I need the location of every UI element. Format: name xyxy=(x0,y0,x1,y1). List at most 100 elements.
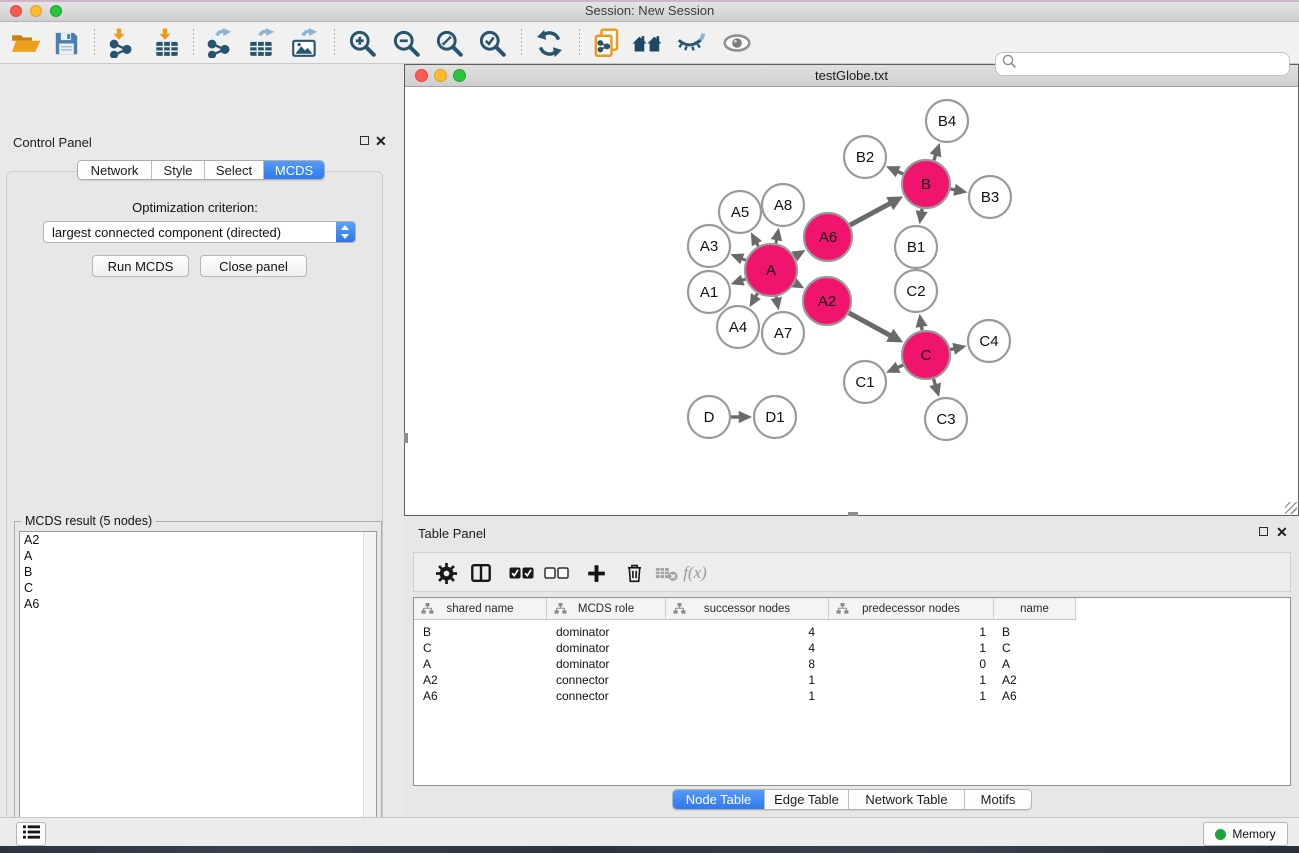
close-panel-button[interactable]: Close panel xyxy=(200,255,307,277)
column-header-predecessor-nodes[interactable]: predecessor nodes xyxy=(829,598,994,619)
mcds-result-title: MCDS result (5 nodes) xyxy=(21,514,156,528)
checkbox-checked-pair-button[interactable] xyxy=(506,559,536,587)
mcds-result-item[interactable]: C xyxy=(20,580,376,596)
tab-motifs[interactable]: Motifs xyxy=(965,790,1031,809)
network-view-window: testGlobe.txt B4 B2 B B3 A5 A8 A6 B1 A3 … xyxy=(404,64,1299,516)
run-mcds-button[interactable]: Run MCDS xyxy=(92,255,189,277)
status-bar: Memory xyxy=(0,817,1299,846)
resize-handle-left[interactable] xyxy=(404,433,408,443)
node-C3[interactable]: C3 xyxy=(925,398,967,440)
mcds-result-list[interactable]: A2ABCA6 xyxy=(19,531,377,853)
node-A3[interactable]: A3 xyxy=(688,225,730,267)
add-column-button[interactable] xyxy=(581,559,611,587)
node-B4[interactable]: B4 xyxy=(926,100,968,142)
edge-arrow-D-D1 xyxy=(739,411,752,423)
cell-predecessor-nodes: 1 xyxy=(829,624,994,640)
node-A5[interactable]: A5 xyxy=(719,191,761,233)
table-row-A6[interactable]: A6connector11A6 xyxy=(414,688,1076,704)
node-B[interactable]: B xyxy=(902,160,950,208)
column-header-shared-name[interactable]: shared name xyxy=(414,598,547,619)
export-table-button[interactable] xyxy=(244,27,280,59)
resize-grip[interactable] xyxy=(1285,502,1297,514)
close-panel-icon[interactable]: ✕ xyxy=(375,135,387,147)
list-scrollbar[interactable] xyxy=(363,532,376,853)
tab-mcds[interactable]: MCDS xyxy=(264,161,324,179)
delete-trash-button[interactable] xyxy=(619,559,649,587)
search-input[interactable] xyxy=(1017,55,1289,73)
checkbox-unchecked-pair-button[interactable] xyxy=(541,559,571,587)
split-columns-button[interactable] xyxy=(466,559,496,587)
node-D[interactable]: D xyxy=(688,396,730,438)
column-header-MCDS-role[interactable]: MCDS role xyxy=(547,598,666,619)
zoom-out-button[interactable] xyxy=(388,27,424,59)
import-network-button[interactable] xyxy=(103,27,139,59)
float-table-panel-icon[interactable] xyxy=(1259,527,1268,536)
tab-network[interactable]: Network xyxy=(78,161,152,179)
tab-style[interactable]: Style xyxy=(152,161,205,179)
node-A1[interactable]: A1 xyxy=(688,271,730,313)
gear-button[interactable] xyxy=(431,559,461,587)
column-label: MCDS role xyxy=(578,603,634,615)
zoom-in-button[interactable] xyxy=(344,27,380,59)
mcds-result-item[interactable]: A6 xyxy=(20,596,376,612)
cell-shared-name: B xyxy=(414,624,547,640)
node-B2[interactable]: B2 xyxy=(844,136,886,178)
table-row-A[interactable]: Adominator80A xyxy=(414,656,1076,672)
edge-C-C3 xyxy=(933,379,935,385)
node-A2[interactable]: A2 xyxy=(803,277,851,325)
zoom-selected-button[interactable] xyxy=(474,27,510,59)
show-eye-button[interactable] xyxy=(719,27,755,59)
table-row-C[interactable]: Cdominator41C xyxy=(414,640,1076,656)
import-table-button[interactable] xyxy=(149,27,185,59)
edge-arrow-C-C4 xyxy=(952,343,966,355)
export-network-button[interactable] xyxy=(201,27,237,59)
table-panel-title: Table Panel xyxy=(418,526,486,541)
tab-select[interactable]: Select xyxy=(205,161,264,179)
tab-node-table[interactable]: Node Table xyxy=(673,790,765,809)
table-row-A2[interactable]: A2connector11A2 xyxy=(414,672,1076,688)
save-session-button[interactable] xyxy=(48,27,84,59)
node-B1[interactable]: B1 xyxy=(895,226,937,268)
table-row-B[interactable]: Bdominator41B xyxy=(414,624,1076,640)
close-table-panel-icon[interactable]: ✕ xyxy=(1276,526,1288,538)
home-button[interactable] xyxy=(630,27,666,59)
tab-network-table[interactable]: Network Table xyxy=(849,790,965,809)
task-history-button[interactable] xyxy=(16,822,46,846)
edge-arrow-B-B3 xyxy=(953,184,967,196)
refresh-layout-button[interactable] xyxy=(531,27,567,59)
node-D1[interactable]: D1 xyxy=(754,396,796,438)
node-A7[interactable]: A7 xyxy=(762,312,804,354)
cell-predecessor-nodes: 1 xyxy=(829,672,994,688)
tab-edge-table[interactable]: Edge Table xyxy=(765,790,849,809)
control-panel: Control Panel ✕ NetworkStyleSelectMCDS O… xyxy=(0,64,390,817)
hide-panels-button[interactable] xyxy=(673,27,709,59)
mcds-result-item[interactable]: A2 xyxy=(20,532,376,548)
zoom-fit-button[interactable] xyxy=(431,27,467,59)
node-C2[interactable]: C2 xyxy=(895,270,937,312)
node-C[interactable]: C xyxy=(902,331,950,379)
column-header-name[interactable]: name xyxy=(994,598,1076,619)
node-B3[interactable]: B3 xyxy=(969,176,1011,218)
node-A4[interactable]: A4 xyxy=(717,306,759,348)
duplicate-network-button[interactable] xyxy=(589,27,625,59)
node-A[interactable]: A xyxy=(745,244,797,296)
column-header-successor-nodes[interactable]: successor nodes xyxy=(666,598,829,619)
node-A8[interactable]: A8 xyxy=(762,184,804,226)
node-C4[interactable]: C4 xyxy=(968,320,1010,362)
network-canvas[interactable]: B4 B2 B B3 A5 A8 A6 B1 A3 A A1 A2 C2 A4 … xyxy=(405,87,1298,515)
cell-MCDS-role: dominator xyxy=(547,624,666,640)
edge-arrow-B-B1 xyxy=(916,210,928,224)
float-panel-icon[interactable] xyxy=(360,136,369,145)
open-session-button[interactable] xyxy=(8,27,44,59)
node-C1[interactable]: C1 xyxy=(844,361,886,403)
optimization-criterion-select[interactable]: largest connected component (directed) xyxy=(43,221,356,243)
search-box[interactable] xyxy=(995,52,1290,76)
control-panel-tabs: NetworkStyleSelectMCDS xyxy=(77,160,325,180)
node-A6[interactable]: A6 xyxy=(804,213,852,261)
memory-button[interactable]: Memory xyxy=(1203,822,1288,846)
search-icon xyxy=(1002,54,1017,74)
cell-name: C xyxy=(994,640,1076,656)
mcds-result-item[interactable]: B xyxy=(20,564,376,580)
mcds-result-item[interactable]: A xyxy=(20,548,376,564)
export-image-button[interactable] xyxy=(287,27,323,59)
